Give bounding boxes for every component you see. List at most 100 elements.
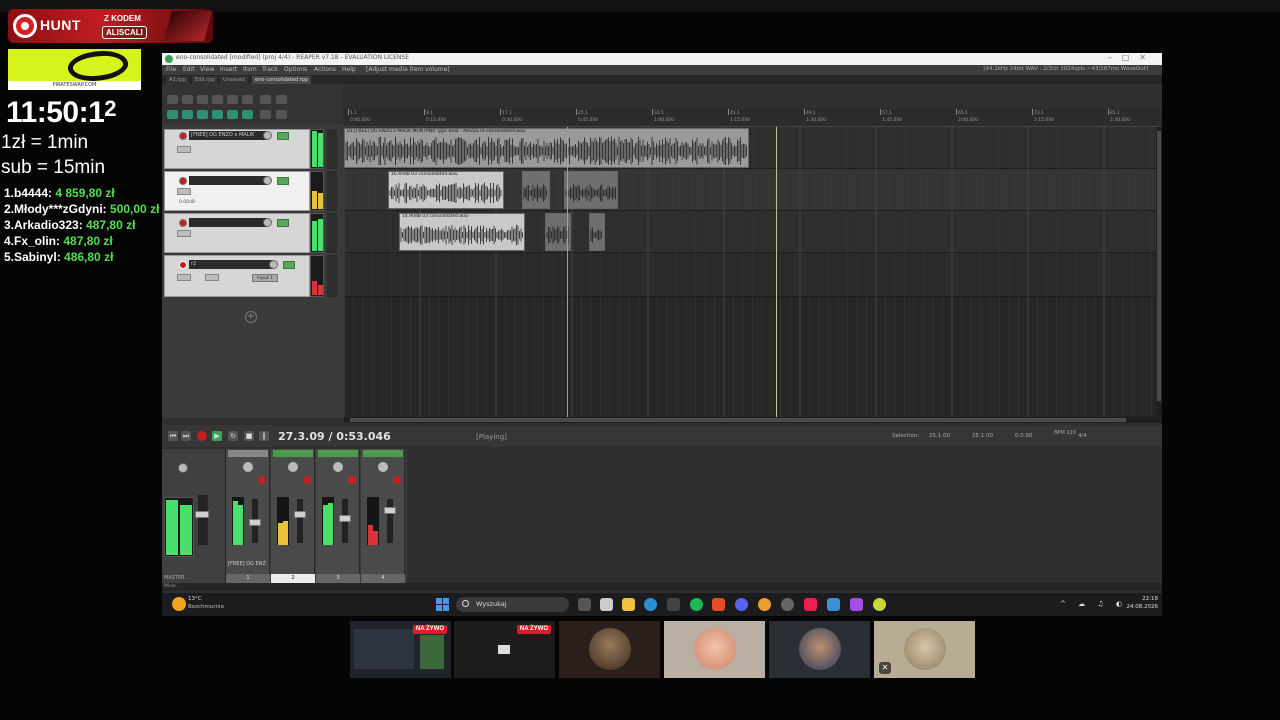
record-arm-button[interactable] — [348, 476, 356, 484]
brave-icon[interactable] — [712, 598, 725, 611]
pan-knob[interactable] — [333, 462, 343, 472]
arrange-view[interactable]: 01 [FREE] OG ENZO x MALIK MONTANA Type B… — [344, 127, 1156, 417]
horizontal-scrollbar[interactable] — [344, 417, 1162, 423]
app-icon[interactable] — [873, 598, 886, 611]
media-item-vocal[interactable]: 14.90dB 03 consolidated.wav — [399, 213, 525, 251]
grouping-icon[interactable] — [197, 110, 208, 119]
marker-icon[interactable] — [276, 110, 287, 119]
menu-file[interactable]: File — [166, 66, 176, 73]
scroll-thumb[interactable] — [350, 418, 1126, 422]
menu-options[interactable]: Options — [284, 66, 307, 73]
record-arm-button[interactable] — [179, 177, 187, 185]
media-item-beat[interactable]: 01 [FREE] OG ENZO x MALIK MONTANA Type B… — [344, 128, 749, 168]
stop-button[interactable]: ■ — [244, 431, 254, 441]
chrome-icon[interactable] — [758, 598, 771, 611]
windows-start-icon[interactable] — [436, 598, 449, 611]
record-arm-button[interactable] — [179, 132, 187, 140]
play-button[interactable]: ▶ — [212, 431, 222, 441]
strip-number[interactable]: 2 — [271, 574, 315, 583]
go-to-end-icon[interactable]: ⏭ — [181, 431, 191, 441]
obs-icon[interactable] — [781, 598, 794, 611]
scroll-thumb[interactable] — [1157, 131, 1161, 401]
discord-icon[interactable] — [735, 598, 748, 611]
lock-icon[interactable] — [260, 110, 271, 119]
tiktok-icon[interactable] — [804, 598, 817, 611]
redo-icon[interactable] — [242, 95, 253, 104]
time-signature[interactable]: 4/4 — [1078, 433, 1087, 439]
menu-edit[interactable]: Edit — [183, 66, 195, 73]
pan-knob[interactable] — [243, 462, 253, 472]
fx-slot[interactable] — [273, 450, 313, 457]
strip-number[interactable]: 4 — [361, 574, 405, 583]
tab-project[interactable]: Edit.rpp — [192, 76, 218, 84]
media-item-vocal[interactable] — [589, 213, 605, 251]
save-project-icon[interactable] — [197, 95, 208, 104]
fx-slot[interactable] — [228, 450, 268, 457]
track-name[interactable]: r2 — [189, 260, 273, 269]
selection-start[interactable]: 25.1.00 — [929, 433, 950, 439]
weather-desc[interactable]: Bezchmurnie — [188, 604, 224, 610]
app-icon[interactable] — [850, 598, 863, 611]
app-icon[interactable] — [667, 598, 680, 611]
env-button[interactable] — [177, 274, 191, 281]
fx-button[interactable] — [283, 261, 295, 269]
tab-project[interactable]: A3.rpp — [166, 76, 189, 84]
master-fader[interactable] — [195, 511, 209, 518]
edit-cursor[interactable] — [567, 127, 568, 417]
track-name[interactable] — [189, 176, 267, 185]
track-2[interactable]: 0.00dB — [164, 171, 310, 211]
menu-view[interactable]: View — [200, 66, 214, 73]
volume-knob[interactable] — [263, 131, 272, 140]
volume-knob[interactable] — [269, 260, 278, 269]
tab-mixer[interactable]: Mixer — [164, 584, 176, 589]
track-4[interactable]: r2 — [164, 255, 310, 297]
weather-temp[interactable]: 13°C — [188, 596, 202, 602]
fx-slot[interactable] — [363, 450, 403, 457]
menu-track[interactable]: Track — [262, 66, 278, 73]
clock-time[interactable]: 22:18 — [1122, 596, 1158, 602]
file-explorer-icon[interactable] — [622, 598, 635, 611]
record-arm-button[interactable] — [258, 476, 266, 484]
volume-fader[interactable] — [339, 515, 351, 522]
record-arm-button[interactable] — [393, 476, 401, 484]
track-name[interactable] — [189, 218, 267, 227]
repeat-icon[interactable]: ↻ — [228, 431, 238, 441]
tab-project-active[interactable]: eno-consolidated.rpp — [252, 76, 312, 84]
selection-length[interactable]: 0.0.00 — [1015, 433, 1033, 439]
timeline-ruler[interactable]: 1.1 0:00.000 9.1 0:15.000 17.1 0:30.000 25.1 0:… — [344, 109, 1162, 127]
pause-button[interactable]: ‖ — [259, 431, 269, 441]
volume-knob[interactable] — [263, 176, 272, 185]
track-3[interactable] — [164, 213, 310, 253]
app-icon[interactable] — [827, 598, 840, 611]
track-1[interactable]: [FREE] OG ENZO x MALIK — [164, 129, 310, 169]
loop-icon[interactable] — [242, 110, 253, 119]
metronome-icon[interactable] — [260, 95, 271, 104]
fx-button[interactable] — [277, 177, 289, 185]
volume-fader[interactable] — [249, 519, 261, 526]
grid-icon[interactable] — [276, 95, 287, 104]
tab-project[interactable]: Unsaved — [220, 76, 248, 84]
go-to-start-icon[interactable]: ⏮ — [168, 431, 178, 441]
record-button[interactable] — [197, 431, 207, 441]
fx-button[interactable] — [277, 219, 289, 227]
open-project-icon[interactable] — [182, 95, 193, 104]
record-arm-button[interactable] — [179, 261, 187, 269]
env-button[interactable] — [177, 146, 191, 153]
spotify-icon[interactable] — [690, 598, 703, 611]
menu-item[interactable]: Item — [243, 66, 257, 73]
track-side-controls[interactable] — [327, 255, 337, 297]
strip-number[interactable]: 1 — [226, 574, 270, 583]
menu-insert[interactable]: Insert — [220, 66, 237, 73]
tempo[interactable]: BPM 120 — [1054, 430, 1076, 436]
add-track-icon[interactable]: + — [245, 311, 257, 323]
window-controls[interactable]: –□✕ — [1108, 53, 1156, 62]
media-item-vocal[interactable] — [522, 171, 550, 209]
media-item-vocal[interactable]: 16.40dB 03 consolidated.wav — [388, 171, 504, 209]
volume-knob[interactable] — [263, 218, 272, 227]
master-pan-knob[interactable] — [178, 463, 188, 473]
edge-icon[interactable] — [644, 598, 657, 611]
fx-button[interactable] — [277, 132, 289, 140]
env-button[interactable] — [177, 188, 191, 195]
settings-icon[interactable] — [212, 95, 223, 104]
task-view-icon[interactable] — [578, 598, 591, 611]
